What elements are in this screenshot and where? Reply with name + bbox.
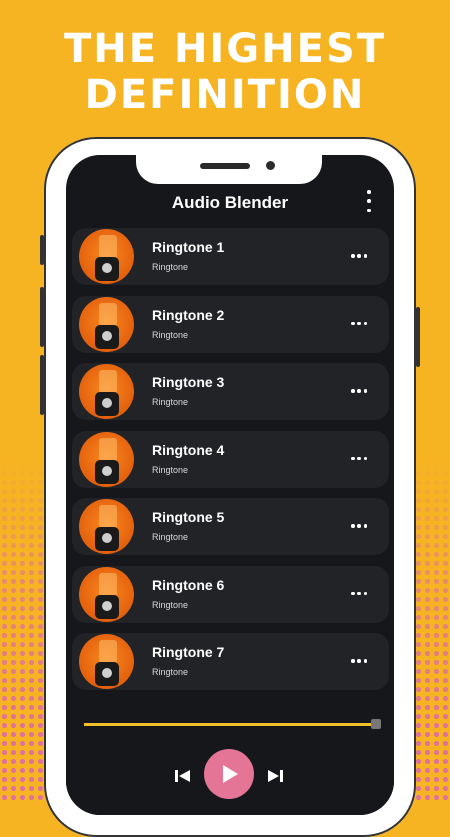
ringtone-row[interactable]: Ringtone 2 Ringtone [72,295,389,353]
ringtone-title: Ringtone 6 [152,576,225,593]
ringtone-title: Ringtone 3 [152,374,225,390]
more-options-icon[interactable] [351,524,367,528]
speaker-grille [200,163,250,169]
progress-handle[interactable] [371,719,381,729]
ringtone-row[interactable]: Ringtone 5 Ringtone [72,498,389,555]
ringtone-row[interactable]: Ringtone 7 Ringtone [72,633,389,690]
more-options-icon[interactable] [351,456,367,461]
more-options-icon[interactable] [351,591,367,596]
ringtone-row[interactable]: Ringtone 6 Ringtone [72,565,389,623]
ringtone-list: Ringtone 1 Ringtone Ringtone 2 Ringtone Ring… [72,228,389,701]
headline-line-2: DEFINITION [84,72,366,118]
blender-thumbnail-image [79,296,134,352]
ringtone-title: Ringtone 4 [152,441,225,458]
ringtone-subtitle: Ringtone [152,397,189,407]
more-options-icon[interactable] [351,254,367,258]
more-options-icon[interactable] [351,321,367,326]
ringtone-subtitle: Ringtone [152,329,189,340]
ringtone-row[interactable]: Ringtone 1 Ringtone [72,228,389,285]
ringtone-title: Ringtone 7 [152,644,225,660]
ringtone-subtitle: Ringtone [152,667,189,677]
phone-frame: Audio Blender Ringtone 1 Ringtone Ringtone… [40,137,420,837]
promo-headline: THE HIGHEST DEFINITION [0,26,450,118]
ringtone-subtitle: Ringtone [152,262,189,272]
progress-track[interactable] [84,723,372,726]
previous-icon[interactable] [174,769,192,783]
ringtone-row[interactable]: Ringtone 3 Ringtone [72,363,389,420]
ringtone-row[interactable]: Ringtone 4 Ringtone [72,430,389,488]
play-icon [223,765,238,783]
blender-thumbnail-image [79,634,134,689]
phone-volume-up-button [40,287,44,347]
blender-thumbnail-image [79,431,134,487]
app-title: Audio Blender [171,193,289,212]
play-button[interactable] [204,749,254,799]
phone-notch [136,155,322,184]
phone-volume-down-button [40,355,44,415]
app-screen: Audio Blender Ringtone 1 Ringtone Ringtone… [66,155,394,815]
headline-line-1: THE HIGHEST [63,26,387,72]
phone-side-button [40,235,44,265]
front-camera [266,161,275,170]
ringtone-title: Ringtone 2 [152,306,225,323]
ringtone-subtitle: Ringtone [152,464,189,475]
ringtone-subtitle: Ringtone [152,532,189,542]
blender-thumbnail-image [79,499,134,554]
player-bar [66,703,394,815]
blender-thumbnail-image [79,229,134,284]
more-options-icon[interactable] [351,659,367,663]
blender-thumbnail-image [79,364,134,419]
progress-fill [84,723,372,726]
ringtone-title: Ringtone 1 [152,239,225,255]
kebab-menu-icon[interactable] [362,190,376,212]
blender-thumbnail-image [79,566,134,622]
ringtone-title: Ringtone 5 [152,509,225,525]
ringtone-subtitle: Ringtone [152,599,189,610]
phone-power-button [416,307,420,367]
more-options-icon[interactable] [351,389,367,393]
next-icon[interactable] [266,769,284,783]
